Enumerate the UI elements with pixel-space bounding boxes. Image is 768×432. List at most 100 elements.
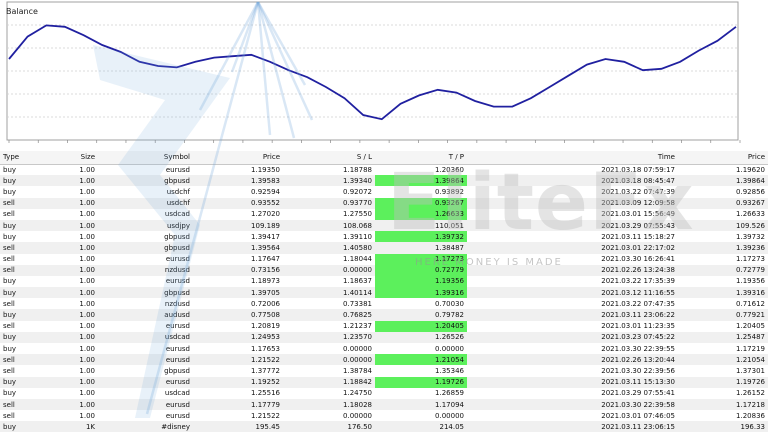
trades-table: Type Size Symbol Price S / L T / P Time …	[0, 151, 768, 432]
table-row[interactable]: sell 1.00 gbpusd 1.39564 1.40580 1.38487 2021.…	[0, 242, 768, 254]
cell-close-price: 0.77921	[678, 309, 768, 321]
cell-symbol: gbpusd	[98, 175, 193, 187]
cell-type: buy	[0, 219, 60, 232]
cell-sl: 1.18842	[283, 376, 375, 388]
cell-time: 2021.03.22 07:47:39	[467, 186, 678, 198]
cell-time: 2021.03.11 15:13:30	[467, 376, 678, 388]
cell-time: 2021.03.09 12:09:58	[467, 197, 678, 209]
cell-sl: 0.92072	[283, 186, 375, 198]
col-header-close-price[interactable]: Price	[678, 151, 768, 165]
table-row[interactable]: buy 1.00 usdcad 1.24953 1.23570 1.26526 2021.0…	[0, 331, 768, 343]
cell-symbol: eurusd	[98, 164, 193, 176]
table-row[interactable]: buy 1.00 usdcad 1.25516 1.24750 1.26859 2021.0…	[0, 387, 768, 399]
cell-symbol: usdjpy	[98, 219, 193, 232]
cell-size: 1.00	[60, 309, 98, 321]
cell-size: 1.00	[60, 331, 98, 343]
cell-symbol: eurusd	[98, 253, 193, 265]
col-header-size[interactable]: Size	[60, 151, 98, 165]
cell-symbol: usdcad	[98, 208, 193, 220]
cell-close-price: 1.17219	[678, 343, 768, 355]
cell-size: 1.00	[60, 365, 98, 377]
cell-sl: 176.50	[283, 421, 375, 432]
cell-sl: 1.40580	[283, 242, 375, 254]
cell-time: 2021.02.26 13:20:44	[467, 354, 678, 366]
cell-size: 1.00	[60, 164, 98, 176]
cell-tp: 0.00000	[375, 343, 467, 355]
cell-time: 2021.03.11 15:18:27	[467, 231, 678, 243]
cell-close-price: 0.92856	[678, 186, 768, 198]
cell-size: 1.00	[60, 253, 98, 265]
cell-size: 1.00	[60, 343, 98, 355]
table-row[interactable]: sell 1.00 eurusd 1.17779 1.18028 1.17094 2021.…	[0, 398, 768, 411]
cell-symbol: usdchf	[98, 197, 193, 209]
table-row[interactable]: buy 1.00 eurusd 1.18973 1.18637 1.19356 2021.0…	[0, 275, 768, 288]
cell-price: 1.20819	[193, 320, 283, 332]
cell-close-price: 1.19726	[678, 376, 768, 388]
cell-time: 2021.03.29 07:55:41	[467, 387, 678, 399]
table-row[interactable]: buy 1.00 usdchf 0.92594 0.92072 0.93892 2021.0…	[0, 186, 768, 198]
cell-symbol: nzdusd	[98, 298, 193, 310]
table-row[interactable]: buy 1.00 gbpusd 1.39417 1.39110 1.39732 2021.0…	[0, 231, 768, 243]
cell-tp: 1.21054	[375, 354, 467, 366]
cell-sl: 1.39110	[283, 231, 375, 243]
cell-type: sell	[0, 354, 60, 366]
cell-tp: 1.19356	[375, 275, 467, 288]
col-header-sl[interactable]: S / L	[283, 151, 375, 165]
table-row[interactable]: sell 1.00 nzdusd 0.72006 0.73381 0.70030 2021.…	[0, 298, 768, 310]
cell-size: 1.00	[60, 231, 98, 243]
table-row[interactable]: sell 1.00 eurusd 1.21522 0.00000 1.21054 2021.…	[0, 354, 768, 366]
col-header-tp[interactable]: T / P	[375, 151, 467, 165]
cell-type: buy	[0, 186, 60, 198]
cell-tp: 1.39732	[375, 231, 467, 243]
cell-type: buy	[0, 164, 60, 176]
cell-size: 1.00	[60, 410, 98, 422]
table-row[interactable]: sell 1.00 eurusd 1.20819 1.21237 1.20405 2021.…	[0, 320, 768, 332]
cell-price: 1.39583	[193, 175, 283, 187]
table-row[interactable]: buy 1.00 usdjpy 109.189 108.068 110.051 2021.0…	[0, 219, 768, 232]
cell-time: 2021.03.30 22:39:55	[467, 343, 678, 355]
cell-symbol: eurusd	[98, 376, 193, 388]
cell-tp: 1.17094	[375, 398, 467, 411]
table-row[interactable]: buy 1.00 eurusd 1.17653 0.00000 0.00000 2021.0…	[0, 343, 768, 355]
cell-type: buy	[0, 275, 60, 288]
col-header-symbol[interactable]: Symbol	[98, 151, 193, 165]
chart-title: Balance	[6, 7, 38, 16]
cell-tp: 1.38487	[375, 242, 467, 254]
cell-size: 1.00	[60, 275, 98, 288]
cell-sl: 0.93770	[283, 197, 375, 209]
cell-price: 1.39417	[193, 231, 283, 243]
cell-symbol: eurusd	[98, 275, 193, 288]
cell-price: 1.21522	[193, 410, 283, 422]
table-row[interactable]: buy 1.00 eurusd 1.19252 1.18842 1.19726 2021.0…	[0, 376, 768, 388]
cell-size: 1.00	[60, 387, 98, 399]
table-row[interactable]: buy 1K #disney 195.45 176.50 214.05 2021.03.11…	[0, 421, 768, 432]
table-row[interactable]: buy 1.00 audusd 0.77508 0.76825 0.79782 2021.0…	[0, 309, 768, 321]
table-row[interactable]: sell 1.00 usdchf 0.93552 0.93770 0.93267 2021.…	[0, 197, 768, 209]
balance-line	[8, 24, 737, 121]
table-row[interactable]: buy 1.00 gbpusd 1.39705 1.40114 1.39316 2021.0…	[0, 287, 768, 299]
cell-time: 2021.03.29 07:55:43	[467, 219, 678, 232]
cell-symbol: nzdusd	[98, 264, 193, 276]
table-row[interactable]: buy 1.00 gbpusd 1.39583 1.39340 1.39864 2021.0…	[0, 175, 768, 187]
table-row[interactable]: sell 1.00 gbpusd 1.37772 1.38784 1.35346 2021.…	[0, 365, 768, 377]
cell-price: 109.189	[193, 219, 283, 232]
cell-type: buy	[0, 343, 60, 355]
col-header-price[interactable]: Price	[193, 151, 283, 165]
cell-type: sell	[0, 264, 60, 276]
table-row[interactable]: sell 1.00 usdcad 1.27020 1.27550 1.26633 2021.…	[0, 208, 768, 220]
col-header-type[interactable]: Type	[0, 151, 60, 165]
table-row[interactable]: sell 1.00 eurusd 1.21522 0.00000 0.00000 2021.…	[0, 410, 768, 422]
cell-time: 2021.03.12 11:16:55	[467, 287, 678, 299]
cell-sl: 1.18788	[283, 164, 375, 176]
cell-time: 2021.03.01 07:46:05	[467, 410, 678, 422]
table-row[interactable]: sell 1.00 eurusd 1.17647 1.18044 1.17273 2021.…	[0, 253, 768, 265]
cell-price: 1.17653	[193, 343, 283, 355]
table-row[interactable]: sell 1.00 nzdusd 0.73156 0.00000 0.72779 2021.…	[0, 264, 768, 276]
col-header-time[interactable]: Time	[467, 151, 678, 165]
cell-close-price: 1.20405	[678, 320, 768, 332]
cell-tp: 1.19726	[375, 376, 467, 388]
table-row[interactable]: buy 1.00 eurusd 1.19350 1.18788 1.20360 2021.0…	[0, 164, 768, 176]
cell-price: 1.17647	[193, 253, 283, 265]
cell-type: buy	[0, 376, 60, 388]
cell-type: sell	[0, 398, 60, 411]
